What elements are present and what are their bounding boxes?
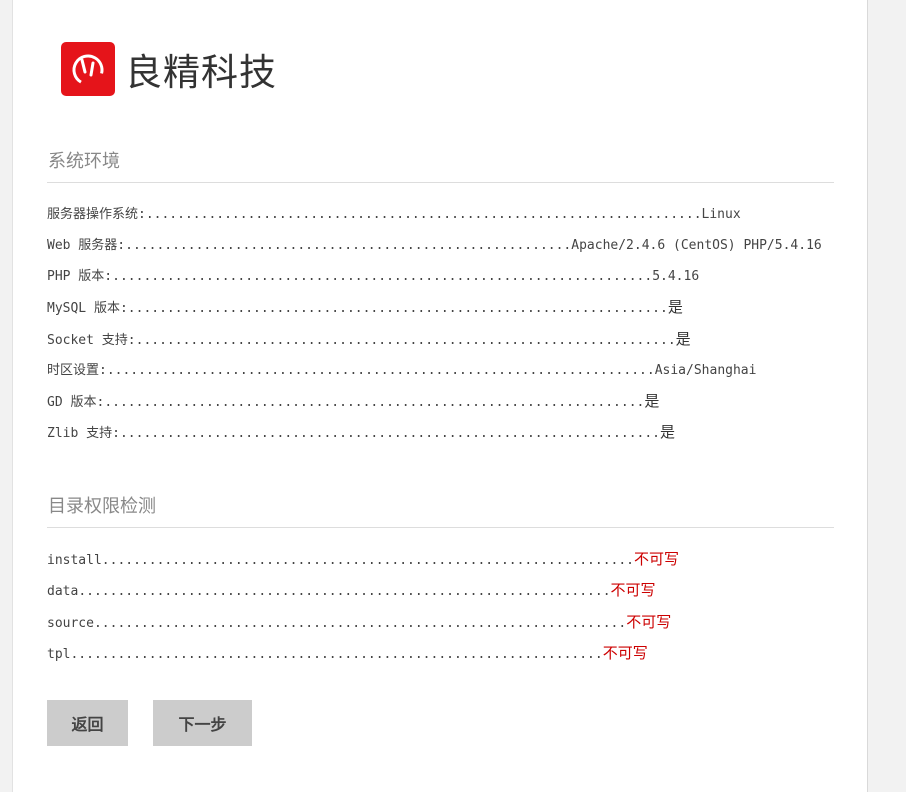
divider: [47, 182, 834, 183]
dir-row-label: tpl: [47, 647, 71, 662]
dot-leader: ........................................…: [125, 238, 572, 253]
brand-logo-icon: [61, 42, 115, 96]
next-button[interactable]: 下一步: [153, 700, 252, 746]
env-row-value: 5.4.16: [652, 269, 700, 284]
env-row-value: 是: [660, 423, 676, 441]
installer-panel: 良精科技 系统环境 服务器操作系统:......................…: [12, 0, 868, 792]
dir-row-value: 不可写: [610, 581, 656, 599]
back-button[interactable]: 返回: [47, 700, 128, 746]
env-row-label: Web 服务器:: [47, 238, 126, 253]
env-row-value: Apache/2.4.6 (CentOS) PHP/5.4.16: [571, 238, 822, 253]
dir-row: source .................................…: [47, 611, 671, 631]
dot-leader: ........................................…: [93, 616, 627, 631]
env-row: Zlib 支持:................................…: [47, 421, 675, 441]
dot-leader: ........................................…: [70, 647, 603, 662]
section-title-system-env: 系统环境: [48, 151, 120, 172]
dir-row-value: 不可写: [626, 613, 672, 631]
dot-leader: ........................................…: [127, 301, 668, 316]
dir-row: data ...................................…: [47, 579, 656, 599]
dot-leader: ........................................…: [112, 269, 653, 284]
env-row-value: Linux: [701, 207, 741, 222]
env-row-value: 是: [667, 298, 683, 316]
dot-leader: ........................................…: [101, 553, 635, 568]
env-row: Socket 支持:..............................…: [47, 328, 691, 348]
dot-leader: ........................................…: [135, 333, 676, 348]
env-row-label: GD 版本:: [47, 395, 105, 410]
env-row-label: 时区设置:: [47, 363, 107, 378]
env-row: 服务器操作系统:................................…: [47, 203, 741, 223]
dir-row-label: install: [47, 553, 102, 568]
dir-row-value: 不可写: [634, 550, 680, 568]
env-row: 时区设置:...................................…: [47, 359, 756, 379]
env-row: GD 版本:..................................…: [47, 390, 659, 410]
dot-leader: ........................................…: [145, 207, 702, 222]
env-row: PHP 版本:.................................…: [47, 265, 699, 285]
dir-row: tpl ....................................…: [47, 642, 648, 662]
env-row-label: 服务器操作系统:: [47, 207, 146, 222]
env-row: Web 服务器:................................…: [47, 234, 822, 254]
divider: [47, 527, 834, 528]
brand-logo: 良精科技: [61, 42, 277, 96]
dot-leader: ........................................…: [119, 426, 661, 441]
dir-row-label: source: [47, 616, 94, 631]
env-row: MySQL 版本:...............................…: [47, 296, 683, 316]
dir-row: install ................................…: [47, 548, 679, 568]
env-row-label: MySQL 版本:: [47, 301, 128, 316]
dir-row-value: 不可写: [602, 644, 648, 662]
env-row-value: Asia/Shanghai: [654, 363, 757, 378]
env-row-label: Zlib 支持:: [47, 426, 120, 441]
brand-name: 良精科技: [125, 51, 277, 94]
env-row-value: 是: [675, 330, 691, 348]
dot-leader: ........................................…: [78, 584, 611, 599]
section-title-dir-check: 目录权限检测: [48, 496, 156, 517]
env-row-value: 是: [644, 392, 660, 410]
dir-row-label: data: [47, 584, 79, 599]
env-row-label: Socket 支持:: [47, 333, 136, 348]
env-row-label: PHP 版本:: [47, 269, 113, 284]
dot-leader: ........................................…: [104, 395, 645, 410]
dot-leader: ........................................…: [106, 363, 655, 378]
